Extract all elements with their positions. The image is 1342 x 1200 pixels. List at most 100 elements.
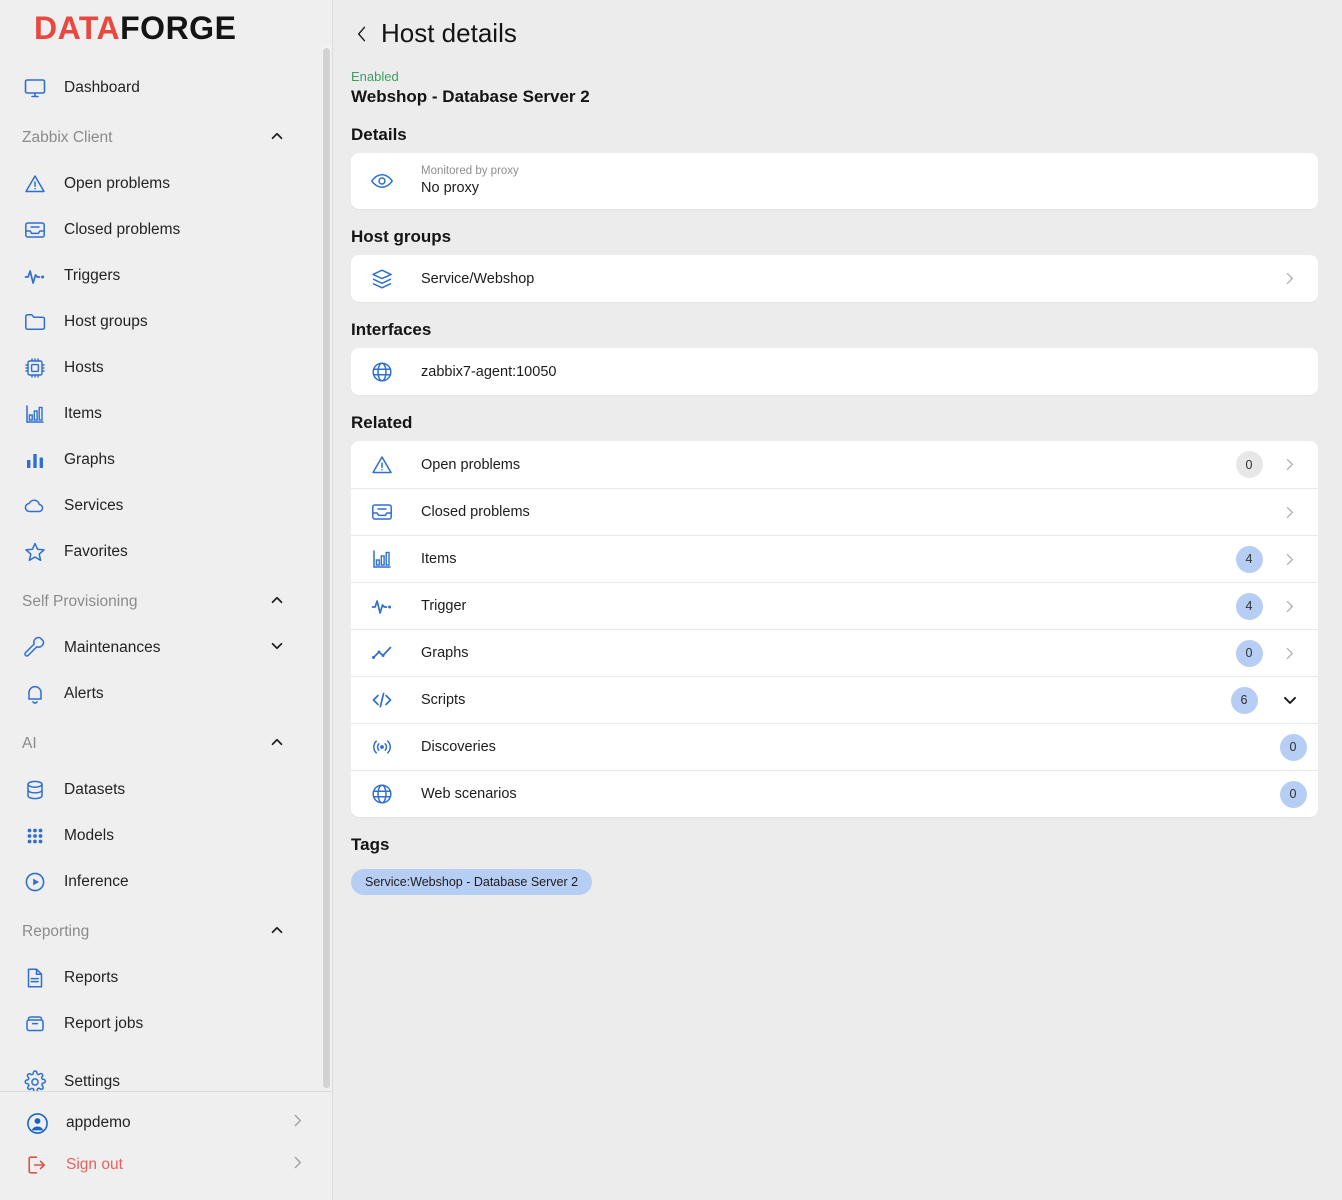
- host-group-row[interactable]: Service/Webshop: [351, 255, 1318, 302]
- sidebar-item-maintenances[interactable]: Maintenances: [0, 625, 316, 671]
- sidebar-item-datasets[interactable]: Datasets: [0, 767, 316, 813]
- related-row-web-scenarios[interactable]: Web scenarios 0: [351, 770, 1318, 817]
- sidebar-group-label: Zabbix Client: [22, 129, 113, 146]
- related-row-label: Graphs: [421, 645, 469, 661]
- user-profile-item[interactable]: appdemo: [0, 1102, 332, 1144]
- status-badge: 0: [1235, 451, 1263, 478]
- related-row-label: Web scenarios: [421, 786, 517, 802]
- sidebar-item-triggers[interactable]: Triggers: [0, 253, 316, 299]
- sidebar-item-graphs[interactable]: Graphs: [0, 437, 316, 483]
- related-row-trigger[interactable]: Trigger 4: [351, 582, 1318, 629]
- related-row-discoveries[interactable]: Discoveries 0: [351, 723, 1318, 770]
- tags-section-title: Tags: [351, 835, 390, 854]
- database-icon: [20, 775, 50, 805]
- sidebar-item-dashboard[interactable]: Dashboard: [0, 65, 316, 111]
- layers-icon: [365, 262, 399, 296]
- detail-row-monitored-by-proxy: Monitored by proxy No proxy: [351, 153, 1318, 209]
- chevron-right-icon[interactable]: [1272, 270, 1306, 287]
- monitor-icon: [20, 73, 50, 103]
- chevron-up-icon: [268, 733, 286, 756]
- tags-list: Service:Webshop - Database Server 2: [343, 863, 1318, 895]
- chevron-right-icon[interactable]: [1272, 504, 1306, 521]
- detail-label: Monitored by proxy: [421, 165, 519, 177]
- chevron-right-icon[interactable]: [1272, 551, 1306, 568]
- archive-icon: [20, 1009, 50, 1039]
- chevron-up-icon: [268, 591, 286, 614]
- related-row-graphs[interactable]: Graphs 0: [351, 629, 1318, 676]
- badge-slot: 0: [1279, 780, 1307, 808]
- pulse-icon: [365, 589, 399, 623]
- interface-label: zabbix7-agent:10050: [421, 363, 557, 380]
- related-row-label: Closed problems: [421, 504, 530, 520]
- sidebar-item-reports[interactable]: Reports: [0, 955, 316, 1001]
- sidebar-item-label: Closed problems: [64, 221, 181, 238]
- globe-icon: [365, 355, 399, 389]
- sidebar-item-settings[interactable]: Settings: [0, 1059, 316, 1091]
- count-badge: 0: [1235, 639, 1263, 667]
- related-card: Open problems 0 Closed problems Items 4 …: [351, 441, 1318, 817]
- broadcast-icon: [365, 730, 399, 764]
- related-row-scripts[interactable]: Scripts 6: [351, 676, 1318, 723]
- related-row-right: 0: [1279, 780, 1307, 808]
- related-row-right: 0: [1226, 639, 1306, 667]
- sidebar-item-hosts[interactable]: Hosts: [0, 345, 316, 391]
- sidebar-scrollbar-thumb[interactable]: [323, 48, 330, 1088]
- sidebar-item-label: Items: [64, 405, 102, 422]
- sidebar-item-label: Reports: [64, 969, 119, 986]
- host-group-label: Service/Webshop: [421, 270, 535, 287]
- related-row-label: Scripts: [421, 692, 466, 708]
- sidebar-group-zabbix-client[interactable]: Zabbix Client: [0, 115, 316, 161]
- sidebar-item-alerts[interactable]: Alerts: [0, 671, 316, 717]
- sidebar-item-services[interactable]: Services: [0, 483, 316, 529]
- related-row-items[interactable]: Items 4: [351, 535, 1318, 582]
- tag-chip[interactable]: Service:Webshop - Database Server 2: [351, 869, 593, 895]
- sidebar: DATAFORGE Dashboard Zabbix Client Open p…: [0, 0, 333, 1200]
- sidebar-group-self-provisioning[interactable]: Self Provisioning: [0, 579, 316, 625]
- sidebar-item-host-groups[interactable]: Host groups: [0, 299, 316, 345]
- related-row-right: 0: [1279, 733, 1307, 761]
- interfaces-section-title: Interfaces: [351, 320, 432, 339]
- bell-icon: [20, 679, 50, 709]
- sidebar-item-models[interactable]: Models: [0, 813, 316, 859]
- warning-triangle-icon: [20, 169, 50, 199]
- count-badge: 4: [1235, 592, 1263, 620]
- related-row-right: 4: [1226, 545, 1306, 573]
- sidebar-group-reporting[interactable]: Reporting: [0, 909, 316, 955]
- chevron-down-icon[interactable]: [268, 637, 286, 660]
- inbox-icon: [20, 215, 50, 245]
- sidebar-item-label: Favorites: [64, 543, 128, 560]
- chevron-right-icon[interactable]: [1272, 598, 1306, 615]
- related-row-closed-problems[interactable]: Closed problems: [351, 488, 1318, 535]
- chevron-down-bold-icon[interactable]: [1274, 690, 1306, 710]
- back-button[interactable]: [349, 19, 375, 49]
- sidebar-item-label: Hosts: [64, 359, 104, 376]
- sidebar-scroll-area: DATAFORGE Dashboard Zabbix Client Open p…: [0, 0, 332, 1091]
- sidebar-item-favorites[interactable]: Favorites: [0, 529, 316, 575]
- code-icon: [365, 683, 399, 717]
- gear-icon: [20, 1067, 50, 1091]
- badge-slot: 6: [1214, 686, 1274, 714]
- inbox-icon: [365, 495, 399, 529]
- details-section-title: Details: [351, 125, 407, 144]
- sidebar-footer: appdemo Sign out: [0, 1091, 332, 1200]
- chevron-right-icon: [289, 1112, 306, 1134]
- sidebar-item-label: Triggers: [64, 267, 121, 284]
- star-icon: [20, 537, 50, 567]
- play-circle-icon: [20, 867, 50, 897]
- sidebar-item-report-jobs[interactable]: Report jobs: [0, 1001, 316, 1047]
- page-header: Host details: [343, 0, 1318, 55]
- globe-icon: [365, 777, 399, 811]
- sidebar-group-ai[interactable]: AI: [0, 721, 316, 767]
- sidebar-item-items[interactable]: Items: [0, 391, 316, 437]
- sign-out-item[interactable]: Sign out: [0, 1144, 332, 1186]
- count-badge: 0: [1279, 780, 1307, 808]
- document-icon: [20, 963, 50, 993]
- sidebar-item-closed-problems[interactable]: Closed problems: [0, 207, 316, 253]
- related-section-title: Related: [351, 413, 413, 432]
- related-row-open-problems[interactable]: Open problems 0: [351, 441, 1318, 488]
- chevron-right-icon[interactable]: [1272, 456, 1306, 473]
- sidebar-item-open-problems[interactable]: Open problems: [0, 161, 316, 207]
- sidebar-item-label: Dashboard: [64, 79, 140, 96]
- sidebar-item-inference[interactable]: Inference: [0, 859, 316, 905]
- chevron-right-icon[interactable]: [1272, 645, 1306, 662]
